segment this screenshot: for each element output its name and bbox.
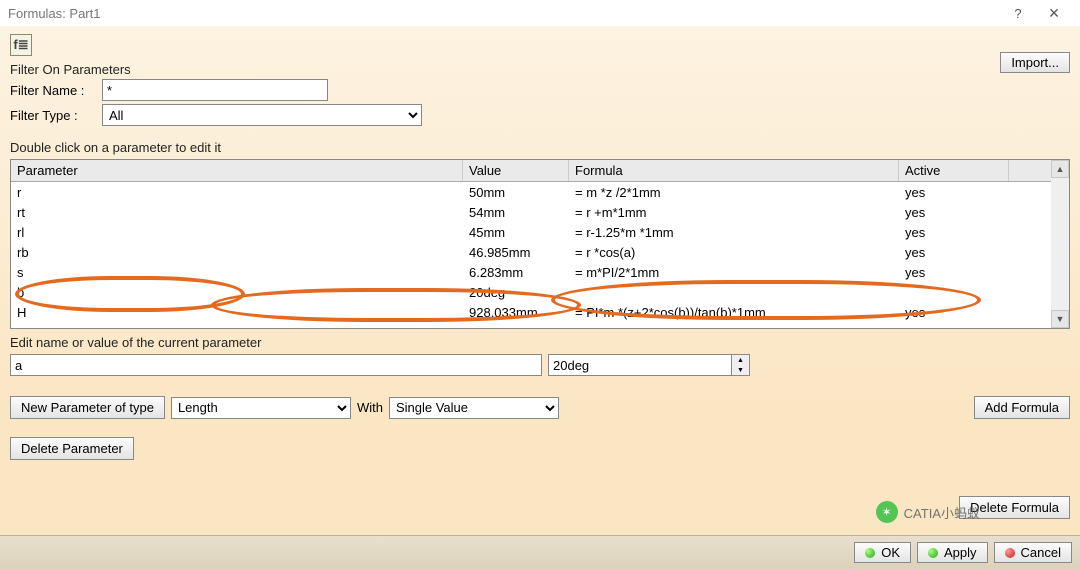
cell-formula [569, 291, 899, 293]
cell-value: 928.033mm [463, 304, 569, 321]
table-row[interactable]: rl45mm= r-1.25*m *1mmyes [11, 222, 1051, 242]
cell-formula: = r-1.25*m *1mm [569, 224, 899, 241]
parameters-table: Parameter Value Formula Active r50mm= m … [10, 159, 1070, 329]
cell-value: 45mm [463, 224, 569, 241]
cell-active: yes [899, 264, 1009, 281]
cell-active: yes [899, 244, 1009, 261]
red-dot-icon [1005, 548, 1015, 558]
green-dot-icon [928, 548, 938, 558]
filter-name-input[interactable] [102, 79, 328, 101]
apply-button[interactable]: Apply [917, 542, 988, 563]
scroll-track[interactable] [1051, 178, 1069, 310]
cell-param: r [11, 184, 463, 201]
cell-param: rl [11, 224, 463, 241]
cell-formula: = m*PI/2*1mm [569, 264, 899, 281]
table-row[interactable]: rb46.985mm= r *cos(a)yes [11, 242, 1051, 262]
new-param-row: New Parameter of type Length With Single… [10, 396, 1070, 419]
cell-param: rt [11, 204, 463, 221]
spin-down-button[interactable]: ▼ [732, 365, 749, 375]
wechat-icon: ✶ [876, 501, 898, 523]
dialog-content: f≣ Import... Filter On Parameters Filter… [0, 26, 1080, 569]
help-button[interactable]: ? [1000, 2, 1036, 24]
close-button[interactable]: × [1036, 2, 1072, 24]
filter-type-label: Filter Type : [10, 108, 98, 123]
edit-param-label: Edit name or value of the current parame… [10, 335, 1070, 350]
cell-formula: = r +m*1mm [569, 204, 899, 221]
cell-value: 20deg [463, 284, 569, 301]
vertical-scrollbar[interactable]: ▲ ▼ [1051, 160, 1069, 328]
spin-up-button[interactable]: ▲ [732, 355, 749, 365]
table-row[interactable]: r50mm= m *z /2*1mmyes [11, 182, 1051, 202]
filter-type-row: Filter Type : All [10, 104, 1070, 126]
cell-param: rb [11, 244, 463, 261]
cell-formula: = PI*m *(z+2*cos(b))/tan(b)*1mm [569, 304, 899, 321]
scroll-down-button[interactable]: ▼ [1051, 310, 1069, 328]
table-row[interactable]: b20deg [11, 282, 1051, 302]
cell-active [899, 291, 1009, 293]
delete-parameter-button[interactable]: Delete Parameter [10, 437, 134, 460]
table-body: r50mm= m *z /2*1mmyesrt54mm= r +m*1mmyes… [11, 182, 1051, 322]
cell-value: 50mm [463, 184, 569, 201]
cell-value: 54mm [463, 204, 569, 221]
cell-active: yes [899, 204, 1009, 221]
table-instruction: Double click on a parameter to edit it [10, 140, 1070, 155]
cell-value: 6.283mm [463, 264, 569, 281]
cell-active: yes [899, 304, 1009, 321]
titlebar: Formulas: Part1 ? × [0, 0, 1080, 26]
col-header-active[interactable]: Active [899, 160, 1009, 181]
table-row[interactable]: H928.033mm= PI*m *(z+2*cos(b))/tan(b)*1m… [11, 302, 1051, 322]
filter-name-row: Filter Name : [10, 79, 1070, 101]
with-select[interactable]: Single Value [389, 397, 559, 419]
param-value-spinner: ▲ ▼ [548, 354, 750, 376]
watermark: ✶ CATIA小蚂蚁 [876, 501, 980, 523]
import-button[interactable]: Import... [1000, 52, 1070, 73]
table-header: Parameter Value Formula Active [11, 160, 1051, 182]
table-row[interactable]: rt54mm= r +m*1mmyes [11, 202, 1051, 222]
window-title: Formulas: Part1 [8, 6, 1000, 21]
filter-type-select[interactable]: All [102, 104, 422, 126]
cell-formula: = r *cos(a) [569, 244, 899, 261]
col-header-formula[interactable]: Formula [569, 160, 899, 181]
edit-param-row: ▲ ▼ [10, 354, 1070, 376]
scroll-up-button[interactable]: ▲ [1051, 160, 1069, 178]
col-header-value[interactable]: Value [463, 160, 569, 181]
cell-active: yes [899, 184, 1009, 201]
col-header-parameter[interactable]: Parameter [11, 160, 463, 181]
filter-name-label: Filter Name : [10, 83, 98, 98]
table-row[interactable]: s6.283mm= m*PI/2*1mmyes [11, 262, 1051, 282]
fx-toolbar-icon[interactable]: f≣ [10, 34, 32, 56]
param-value-input[interactable] [548, 354, 732, 376]
cell-param: H [11, 304, 463, 321]
cell-param: s [11, 264, 463, 281]
cell-value: 46.985mm [463, 244, 569, 261]
add-formula-button[interactable]: Add Formula [974, 396, 1070, 419]
ok-button[interactable]: OK [854, 542, 911, 563]
new-parameter-button[interactable]: New Parameter of type [10, 396, 165, 419]
with-label: With [357, 400, 383, 415]
cell-param: b [11, 284, 463, 301]
green-dot-icon [865, 548, 875, 558]
cell-active: yes [899, 224, 1009, 241]
filter-section-label: Filter On Parameters [10, 62, 1070, 77]
cell-formula: = m *z /2*1mm [569, 184, 899, 201]
cancel-button[interactable]: Cancel [994, 542, 1072, 563]
dialog-footer: OK Apply Cancel [0, 535, 1080, 569]
param-type-select[interactable]: Length [171, 397, 351, 419]
param-name-input[interactable] [10, 354, 542, 376]
